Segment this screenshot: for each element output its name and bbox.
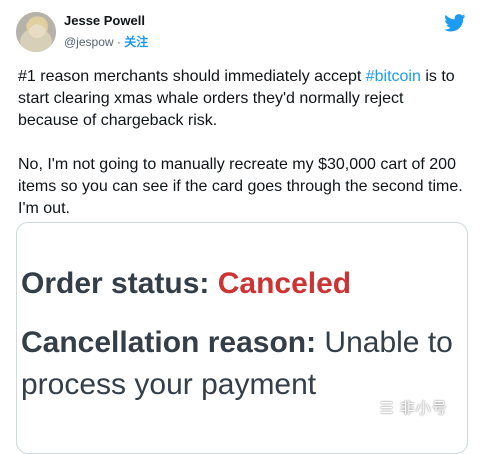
cancellation-reason-label: Cancellation reason:: [21, 326, 317, 359]
follow-button[interactable]: 关注: [124, 35, 148, 49]
attached-image-card[interactable]: Order status: Canceled Cancellation reas…: [16, 222, 468, 454]
tweet-text: #1 reason merchants should immediately a…: [18, 66, 468, 220]
order-status-value: Canceled: [217, 267, 352, 300]
watermark-logo-icon: ☰: [380, 400, 400, 417]
tweet-paragraph-1: #1 reason merchants should immediately a…: [18, 66, 468, 132]
order-status-label: Order status:: [21, 267, 210, 300]
avatar-photo-icon: [16, 12, 56, 52]
cancellation-reason-line: Cancellation reason: Unable to process y…: [21, 322, 465, 406]
author-handle[interactable]: @jespow: [64, 35, 114, 49]
tweet-text-segment: #1 reason merchants should immediately a…: [18, 68, 366, 85]
author-name[interactable]: Jesse Powell: [64, 13, 145, 28]
tweet-paragraph-2: No, I'm not going to manually recreate m…: [18, 156, 463, 217]
avatar[interactable]: [16, 12, 56, 52]
handle-separator: ·: [116, 35, 121, 49]
hashtag-link[interactable]: #bitcoin: [366, 68, 421, 85]
watermark-text: 非小号: [399, 400, 448, 417]
twitter-bird-icon[interactable]: [444, 14, 466, 32]
watermark: ☰ 非小号: [380, 397, 448, 418]
order-status-line: Order status: Canceled: [21, 267, 351, 301]
author-handle-row: @jespow · 关注: [64, 33, 148, 50]
